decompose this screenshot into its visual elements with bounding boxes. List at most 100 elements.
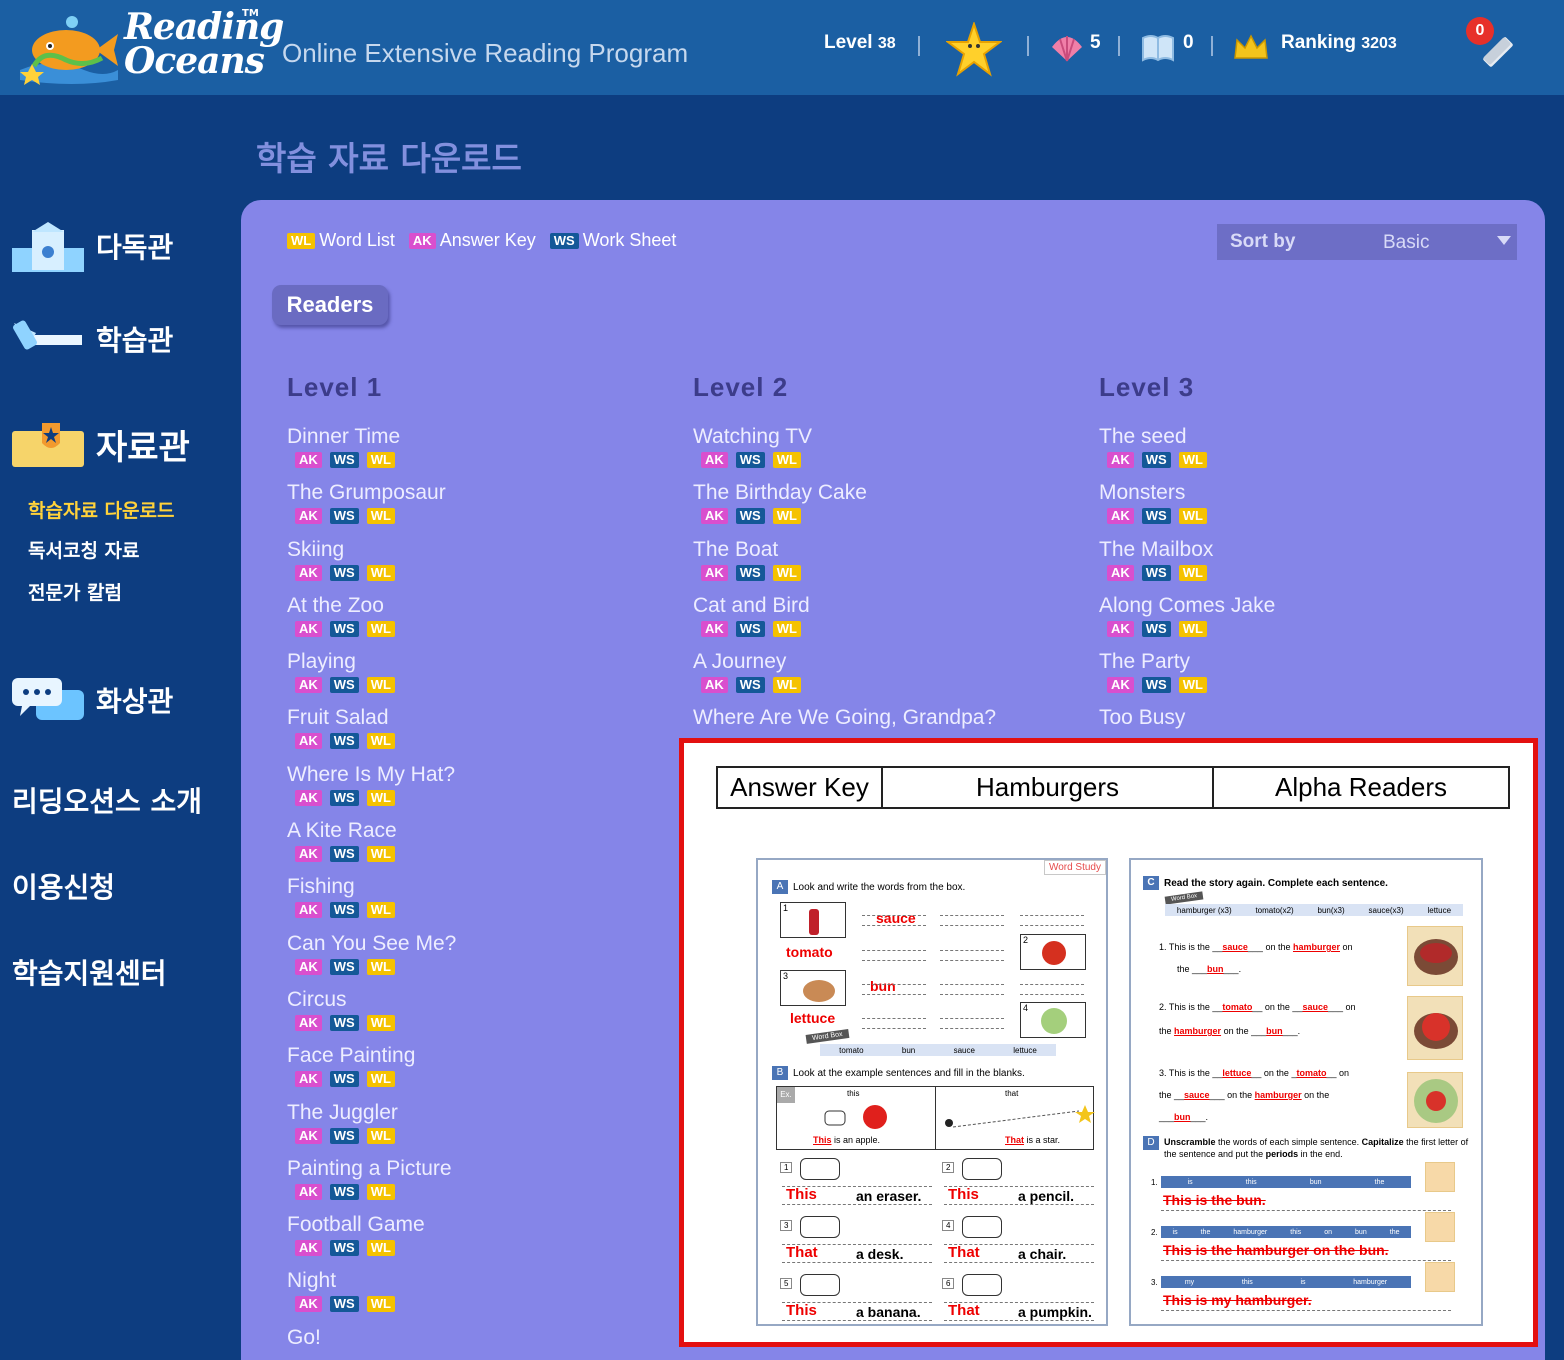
- wl-download-button[interactable]: WL: [366, 1127, 395, 1144]
- ws-download-button[interactable]: WS: [1141, 452, 1171, 468]
- ak-download-button[interactable]: AK: [295, 620, 322, 637]
- wl-download-button[interactable]: WL: [366, 789, 395, 806]
- book-title[interactable]: Too Busy: [1099, 705, 1479, 731]
- ak-download-button[interactable]: AK: [295, 1014, 322, 1031]
- tab-readers[interactable]: Readers: [272, 285, 388, 325]
- ak-download-button[interactable]: AK: [295, 902, 322, 919]
- wl-download-button[interactable]: WL: [1178, 508, 1207, 525]
- ws-download-button[interactable]: WS: [1141, 677, 1171, 694]
- ws-download-button[interactable]: WS: [329, 1240, 359, 1257]
- ak-download-button[interactable]: AK: [295, 564, 322, 581]
- book-title[interactable]: The Birthday Cake: [693, 480, 1073, 506]
- wl-download-button[interactable]: WL: [366, 677, 395, 694]
- book-title[interactable]: Monsters: [1099, 480, 1479, 506]
- book-title[interactable]: Along Comes Jake: [1099, 593, 1479, 619]
- book-title[interactable]: Circus: [287, 987, 667, 1013]
- ws-download-button[interactable]: WS: [1141, 620, 1171, 637]
- book-title[interactable]: Go!: [287, 1325, 667, 1351]
- ak-download-button[interactable]: AK: [295, 1296, 322, 1313]
- wl-download-button[interactable]: WL: [366, 1296, 395, 1313]
- book-title[interactable]: Painting a Picture: [287, 1156, 667, 1182]
- book-title[interactable]: Night: [287, 1268, 667, 1294]
- ak-download-button[interactable]: AK: [1107, 677, 1134, 694]
- ak-download-button[interactable]: AK: [295, 733, 322, 750]
- ak-download-button[interactable]: AK: [295, 958, 322, 975]
- ak-download-button[interactable]: AK: [701, 620, 728, 637]
- ws-download-button[interactable]: WS: [329, 1127, 359, 1144]
- ws-download-button[interactable]: WS: [329, 564, 359, 581]
- wl-download-button[interactable]: WL: [366, 958, 395, 975]
- wl-download-button[interactable]: WL: [366, 902, 395, 919]
- wl-download-button[interactable]: WL: [366, 1014, 395, 1031]
- ws-download-button[interactable]: WS: [735, 677, 765, 694]
- wl-download-button[interactable]: WL: [366, 452, 395, 468]
- ws-download-button[interactable]: WS: [329, 846, 359, 863]
- ak-download-button[interactable]: AK: [295, 846, 322, 863]
- ws-download-button[interactable]: WS: [329, 789, 359, 806]
- wl-download-button[interactable]: WL: [366, 1240, 395, 1257]
- sidebar-item-about[interactable]: 리딩오션스 소개: [12, 780, 202, 820]
- wl-download-button[interactable]: WL: [1178, 620, 1207, 637]
- ws-download-button[interactable]: WS: [329, 677, 359, 694]
- ak-download-button[interactable]: AK: [295, 677, 322, 694]
- ws-download-button[interactable]: WS: [735, 508, 765, 525]
- book-title[interactable]: Fruit Salad: [287, 705, 667, 731]
- wl-download-button[interactable]: WL: [1178, 677, 1207, 694]
- wl-download-button[interactable]: WL: [366, 564, 395, 581]
- ws-download-button[interactable]: WS: [329, 508, 359, 525]
- book-title[interactable]: Fishing: [287, 874, 667, 900]
- wl-download-button[interactable]: WL: [1178, 452, 1207, 468]
- wl-download-button[interactable]: WL: [772, 564, 801, 581]
- ak-download-button[interactable]: AK: [1107, 508, 1134, 525]
- wl-download-button[interactable]: WL: [366, 620, 395, 637]
- ak-download-button[interactable]: AK: [295, 452, 322, 468]
- wl-download-button[interactable]: WL: [366, 846, 395, 863]
- ak-download-button[interactable]: AK: [701, 564, 728, 581]
- wl-download-button[interactable]: WL: [772, 508, 801, 525]
- wl-download-button[interactable]: WL: [772, 677, 801, 694]
- wl-download-button[interactable]: WL: [772, 620, 801, 637]
- notification-badge[interactable]: 0: [1466, 17, 1494, 45]
- wl-download-button[interactable]: WL: [366, 1183, 395, 1200]
- book-title[interactable]: Skiing: [287, 537, 667, 563]
- ak-download-button[interactable]: AK: [295, 1183, 322, 1200]
- ws-download-button[interactable]: WS: [329, 958, 359, 975]
- ak-download-button[interactable]: AK: [1107, 564, 1134, 581]
- book-title[interactable]: Dinner Time: [287, 424, 667, 450]
- ws-download-button[interactable]: WS: [329, 452, 359, 468]
- book-title[interactable]: The Boat: [693, 537, 1073, 563]
- book-title[interactable]: Face Painting: [287, 1043, 667, 1069]
- sort-dropdown[interactable]: Sort by Basic: [1217, 224, 1517, 260]
- ws-download-button[interactable]: WS: [329, 733, 359, 750]
- ak-download-button[interactable]: AK: [701, 677, 728, 694]
- book-title[interactable]: The Juggler: [287, 1100, 667, 1126]
- ak-download-button[interactable]: AK: [701, 508, 728, 525]
- ws-download-button[interactable]: WS: [1141, 564, 1171, 581]
- book-title[interactable]: A Journey: [693, 649, 1073, 675]
- ak-download-button[interactable]: AK: [1107, 452, 1134, 468]
- sidebar-item-hwasanggwan[interactable]: 화상관: [12, 676, 173, 724]
- ws-download-button[interactable]: WS: [329, 620, 359, 637]
- ak-download-button[interactable]: AK: [701, 452, 728, 468]
- sidebar-item-jaryogwan[interactable]: 자료관: [12, 420, 190, 469]
- wl-download-button[interactable]: WL: [366, 1071, 395, 1088]
- book-title[interactable]: Playing: [287, 649, 667, 675]
- wl-download-button[interactable]: WL: [772, 452, 801, 468]
- book-title[interactable]: The seed: [1099, 424, 1479, 450]
- sidebar-item-support[interactable]: 학습지원센터: [12, 952, 167, 992]
- ws-download-button[interactable]: WS: [735, 620, 765, 637]
- book-title[interactable]: Football Game: [287, 1212, 667, 1238]
- ws-download-button[interactable]: WS: [735, 452, 765, 468]
- sidebar-item-hakseupgwan[interactable]: 학습관: [12, 315, 173, 363]
- ws-download-button[interactable]: WS: [1141, 508, 1171, 525]
- sidebar-sub-coaching[interactable]: 독서코칭 자료: [28, 536, 140, 563]
- book-title[interactable]: Can You See Me?: [287, 931, 667, 957]
- ak-download-button[interactable]: AK: [295, 789, 322, 806]
- ak-download-button[interactable]: AK: [295, 1240, 322, 1257]
- starfish-icon[interactable]: [946, 22, 1002, 78]
- ak-download-button[interactable]: AK: [295, 1071, 322, 1088]
- wl-download-button[interactable]: WL: [366, 733, 395, 750]
- wl-download-button[interactable]: WL: [366, 508, 395, 525]
- sidebar-item-signup[interactable]: 이용신청: [12, 866, 115, 906]
- book-title[interactable]: A Kite Race: [287, 818, 667, 844]
